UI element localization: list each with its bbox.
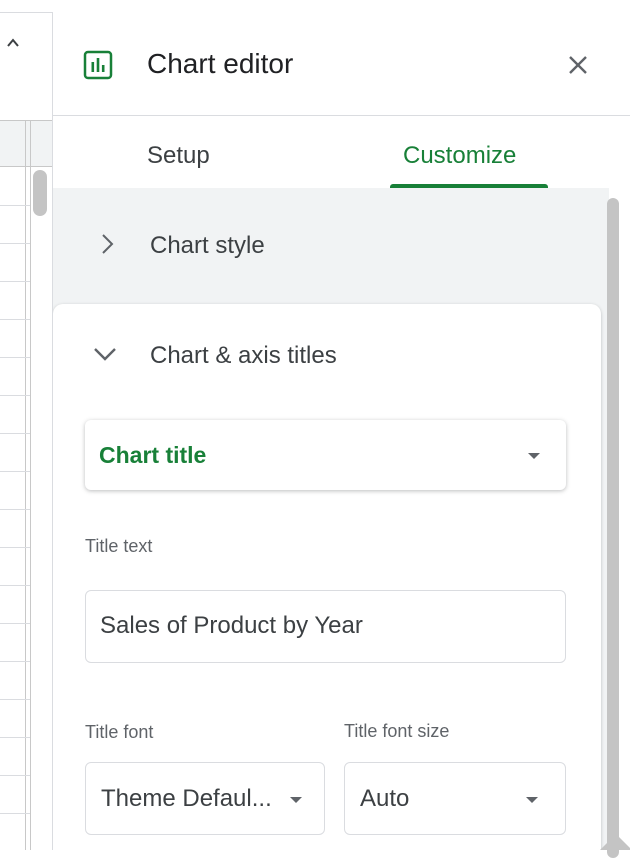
title-font-select[interactable]: Theme Defaul... xyxy=(85,762,325,835)
title-font-label: Title font xyxy=(85,722,154,742)
dropdown-arrow-icon xyxy=(526,797,538,803)
section-label: Chart & axis titles xyxy=(150,342,337,369)
sheet-column-divider xyxy=(30,120,31,850)
sheet-row-line xyxy=(0,509,30,510)
bar-chart-icon xyxy=(83,50,113,80)
spreadsheet-grid xyxy=(0,0,52,850)
panel-header: Chart editor xyxy=(53,12,630,116)
chevron-down-icon xyxy=(94,348,116,361)
title-type-value: Chart title xyxy=(99,442,207,468)
title-text-field[interactable] xyxy=(85,590,566,663)
sheet-row-line xyxy=(0,623,30,624)
tab-setup[interactable]: Setup xyxy=(147,142,210,170)
title-text-label: Title text xyxy=(85,536,153,556)
sheet-row-line xyxy=(0,661,30,662)
sheet-column-divider xyxy=(25,120,26,850)
chevron-up-icon[interactable] xyxy=(6,36,20,50)
section-chart-axis-titles: Chart & axis titles Chart title Title te… xyxy=(53,304,601,850)
title-font-size-value: Auto xyxy=(360,785,410,812)
sheet-row-line xyxy=(0,395,30,396)
scroll-down-arrow-icon[interactable] xyxy=(600,834,630,850)
sheet-row-line xyxy=(0,813,30,814)
sheet-row-line xyxy=(0,243,30,244)
chart-editor-panel: Chart editor Setup Customize Chart style… xyxy=(52,12,630,858)
panel-title: Chart editor xyxy=(147,48,294,79)
sheet-row-line xyxy=(0,699,30,700)
sheet-row-line xyxy=(0,281,30,282)
dropdown-arrow-icon xyxy=(290,797,302,803)
tab-customize[interactable]: Customize xyxy=(403,142,516,170)
close-icon[interactable] xyxy=(563,50,593,80)
sheet-row-line xyxy=(0,471,30,472)
sheet-row-line xyxy=(0,433,30,434)
editor-tabs: Setup Customize xyxy=(53,116,630,188)
title-text-input[interactable] xyxy=(100,609,540,643)
sheet-row-line xyxy=(0,205,30,206)
title-font-size-select[interactable]: Auto xyxy=(344,762,566,835)
dropdown-arrow-icon xyxy=(528,453,540,459)
customize-content: Chart style Chart & axis titles Chart ti… xyxy=(53,188,609,850)
sheet-row-line xyxy=(0,357,30,358)
chevron-right-icon xyxy=(102,234,114,254)
title-font-size-label: Title font size xyxy=(344,721,450,741)
section-chart-style[interactable]: Chart style xyxy=(53,188,609,300)
sheet-row-line xyxy=(0,585,30,586)
panel-scrollbar-thumb[interactable] xyxy=(607,198,619,858)
section-label: Chart style xyxy=(150,232,265,259)
section-header[interactable]: Chart & axis titles xyxy=(53,304,601,394)
sheet-row-line xyxy=(0,775,30,776)
title-type-dropdown[interactable]: Chart title xyxy=(85,420,566,490)
sheet-scrollbar-thumb[interactable] xyxy=(33,170,47,216)
sheet-row-line xyxy=(0,737,30,738)
sheet-row-line xyxy=(0,547,30,548)
title-font-value: Theme Defaul... xyxy=(101,785,272,812)
sheet-column-header xyxy=(0,120,52,167)
sheet-row-line xyxy=(0,319,30,320)
